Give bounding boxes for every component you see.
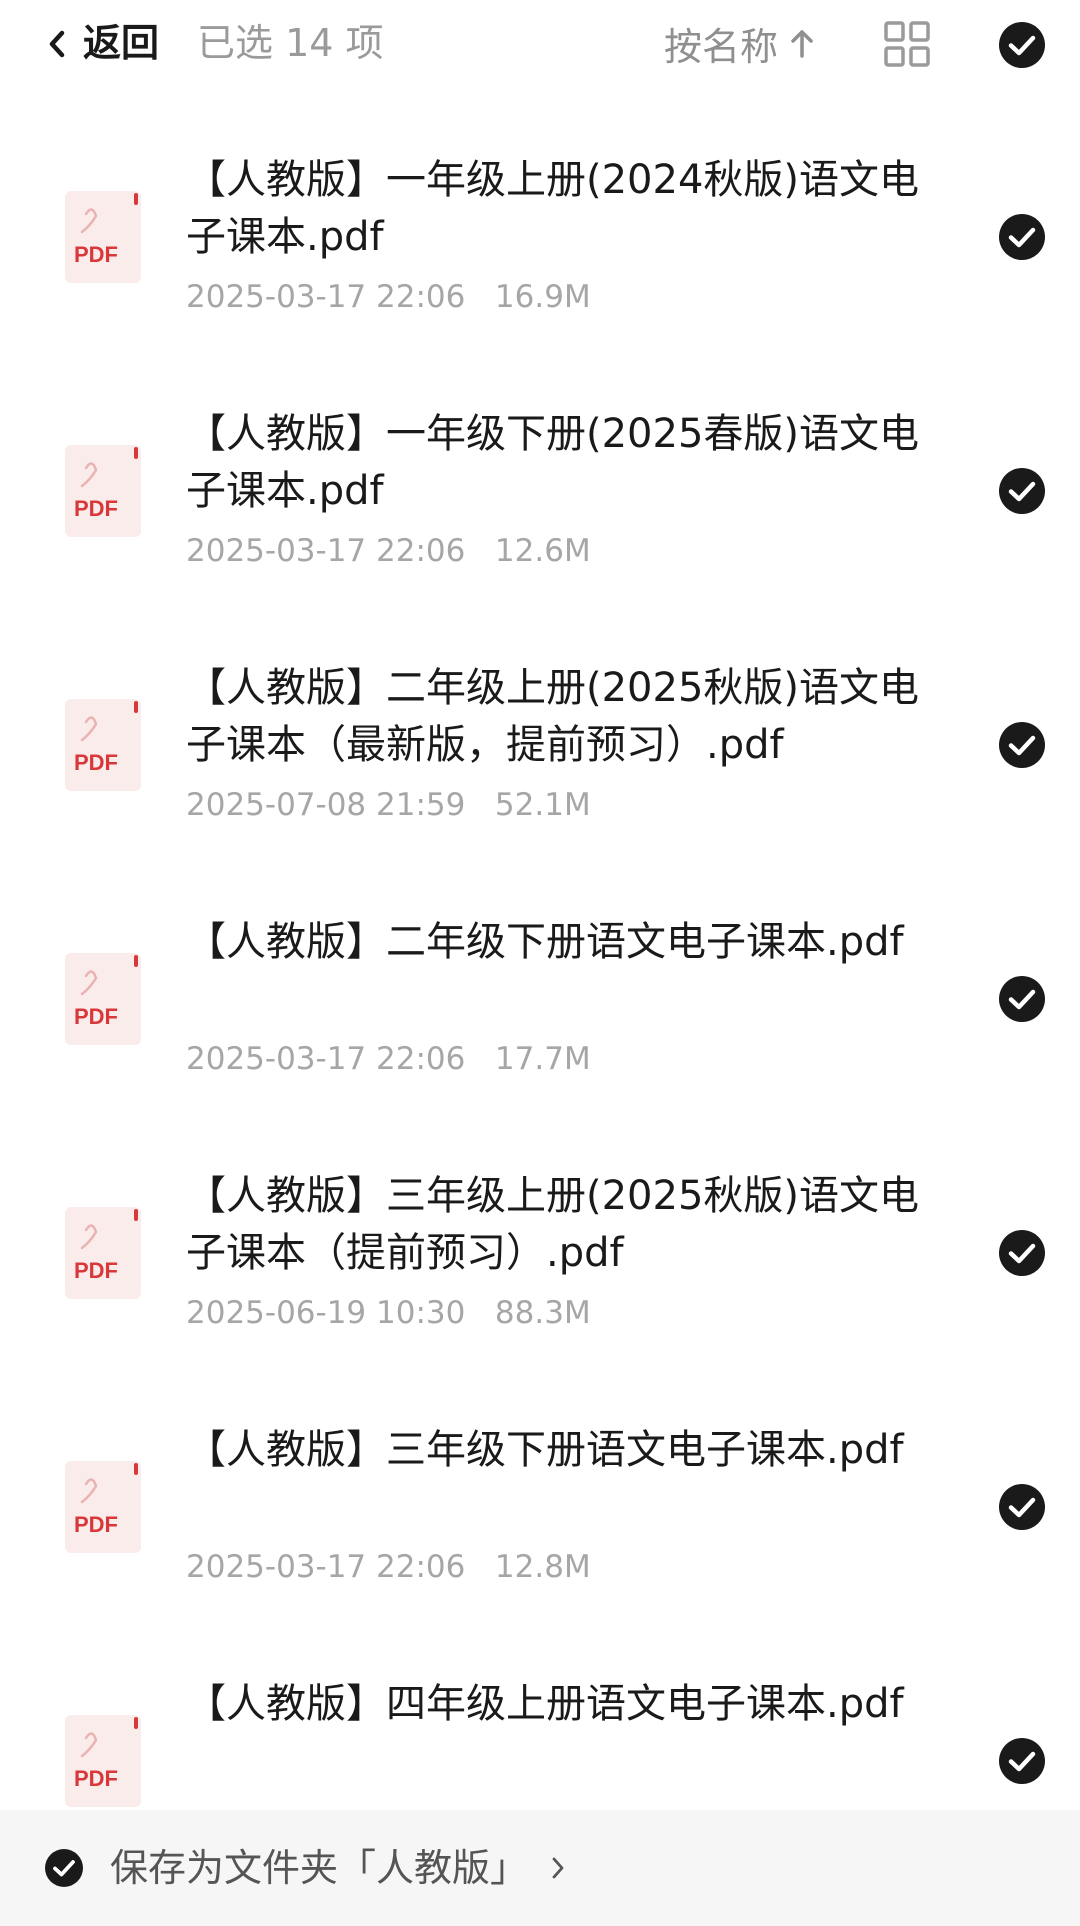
- file-meta: 2025-06-19 10:30 88.3M: [186, 1293, 591, 1333]
- file-name: 【人教版】一年级下册(2025春版)语文电子课本.pdf: [186, 411, 920, 514]
- check-circle-icon[interactable]: [998, 1737, 1046, 1785]
- grid-icon[interactable]: [884, 21, 930, 67]
- file-size: 16.9M: [494, 279, 591, 315]
- file-meta: 2025-03-17 22:06 12.6M: [186, 531, 591, 571]
- selected-count: 已选 14 项: [197, 21, 384, 65]
- svg-text:PDF: PDF: [74, 496, 118, 521]
- file-meta: 2025-03-17 22:06 16.9M: [186, 277, 591, 317]
- file-date: 2025-03-17 22:06: [186, 1041, 466, 1077]
- pdf-icon: PDF: [65, 1715, 141, 1807]
- sort-label: 按名称: [664, 24, 779, 69]
- file-size: 12.8M: [494, 1549, 591, 1585]
- file-row[interactable]: PDF 【人教版】三年级下册语文电子课本.pdf 2025-03-17 22:06 …: [0, 1360, 1080, 1614]
- pdf-icon: PDF: [65, 953, 141, 1045]
- file-name: 【人教版】三年级上册(2025秋版)语文电子课本（提前预习）.pdf: [186, 1173, 920, 1276]
- save-as-folder-label: 保存为文件夹「人教版」: [110, 1846, 529, 1890]
- sort-by-name-button[interactable]: 按名称: [664, 18, 816, 69]
- file-name: 【人教版】二年级上册(2025秋版)语文电子课本（最新版，提前预习）.pdf: [186, 665, 920, 768]
- select-all-check-icon[interactable]: [998, 21, 1046, 69]
- pdf-icon: PDF: [65, 191, 141, 283]
- file-meta: 2025-03-17 22:06 12.8M: [186, 1547, 591, 1587]
- chevron-right-icon[interactable]: [550, 1854, 566, 1882]
- file-size: 12.6M: [494, 533, 591, 569]
- check-circle-icon[interactable]: [998, 721, 1046, 769]
- svg-text:PDF: PDF: [74, 1258, 118, 1283]
- check-circle-icon[interactable]: [44, 1848, 84, 1888]
- svg-text:PDF: PDF: [74, 242, 118, 267]
- file-name: 【人教版】二年级下册语文电子课本.pdf: [186, 919, 904, 965]
- meta-separator: [465, 1295, 495, 1331]
- check-circle-icon[interactable]: [998, 975, 1046, 1023]
- file-date: 2025-07-08 21:59: [186, 787, 466, 823]
- file-name: 【人教版】三年级下册语文电子课本.pdf: [186, 1427, 904, 1473]
- file-date: 2025-03-17 22:06: [186, 533, 466, 569]
- pdf-icon: PDF: [65, 699, 141, 791]
- file-row[interactable]: PDF 【人教版】一年级下册(2025春版)语文电子课本.pdf 2025-03-1…: [0, 344, 1080, 598]
- file-date: 2025-06-19 10:30: [186, 1295, 466, 1331]
- file-name: 【人教版】四年级上册语文电子课本.pdf: [186, 1681, 904, 1727]
- svg-text:PDF: PDF: [74, 1512, 118, 1537]
- file-meta: 2025-07-08 21:59 52.1M: [186, 785, 591, 825]
- file-meta: 2025-03-17 22:06 17.7M: [186, 1039, 591, 1079]
- pdf-icon: PDF: [65, 1207, 141, 1299]
- chevron-left-icon[interactable]: [42, 24, 72, 64]
- meta-separator: [465, 533, 495, 569]
- file-picker-screen: 返回 已选 14 项 按名称 PDF 【人教版】一年级上册(2024秋版)语文电子…: [0, 0, 1080, 1926]
- svg-text:PDF: PDF: [74, 750, 118, 775]
- meta-separator: [465, 279, 495, 315]
- meta-separator: [465, 787, 495, 823]
- file-date: 2025-03-17 22:06: [186, 1549, 466, 1585]
- svg-text:PDF: PDF: [74, 1004, 118, 1029]
- file-row[interactable]: PDF 【人教版】二年级下册语文电子课本.pdf 2025-03-17 22:06 …: [0, 852, 1080, 1106]
- file-size: 52.1M: [494, 787, 591, 823]
- file-row[interactable]: PDF 【人教版】三年级上册(2025秋版)语文电子课本（提前预习）.pdf 202…: [0, 1106, 1080, 1360]
- check-circle-icon[interactable]: [998, 213, 1046, 261]
- file-row[interactable]: PDF 【人教版】二年级上册(2025秋版)语文电子课本（最新版，提前预习）.pd…: [0, 598, 1080, 852]
- save-as-folder-bar[interactable]: 保存为文件夹「人教版」: [0, 1810, 1080, 1926]
- pdf-icon: PDF: [65, 445, 141, 537]
- file-row[interactable]: PDF 【人教版】一年级上册(2024秋版)语文电子课本.pdf 2025-03-1…: [0, 90, 1080, 344]
- file-size: 88.3M: [494, 1295, 591, 1331]
- file-size: 17.7M: [494, 1041, 591, 1077]
- check-circle-icon[interactable]: [998, 1229, 1046, 1277]
- meta-separator: [465, 1041, 495, 1077]
- file-date: 2025-03-17 22:06: [186, 279, 466, 315]
- back-button[interactable]: 返回: [83, 18, 159, 68]
- file-name: 【人教版】一年级上册(2024秋版)语文电子课本.pdf: [186, 157, 920, 260]
- check-circle-icon[interactable]: [998, 467, 1046, 515]
- check-circle-icon[interactable]: [998, 1483, 1046, 1531]
- pdf-icon: PDF: [65, 1461, 141, 1553]
- svg-text:PDF: PDF: [74, 1766, 118, 1791]
- top-bar: 返回 已选 14 项 按名称: [0, 0, 1080, 90]
- arrow-up-icon: [791, 30, 813, 58]
- meta-separator: [465, 1549, 495, 1585]
